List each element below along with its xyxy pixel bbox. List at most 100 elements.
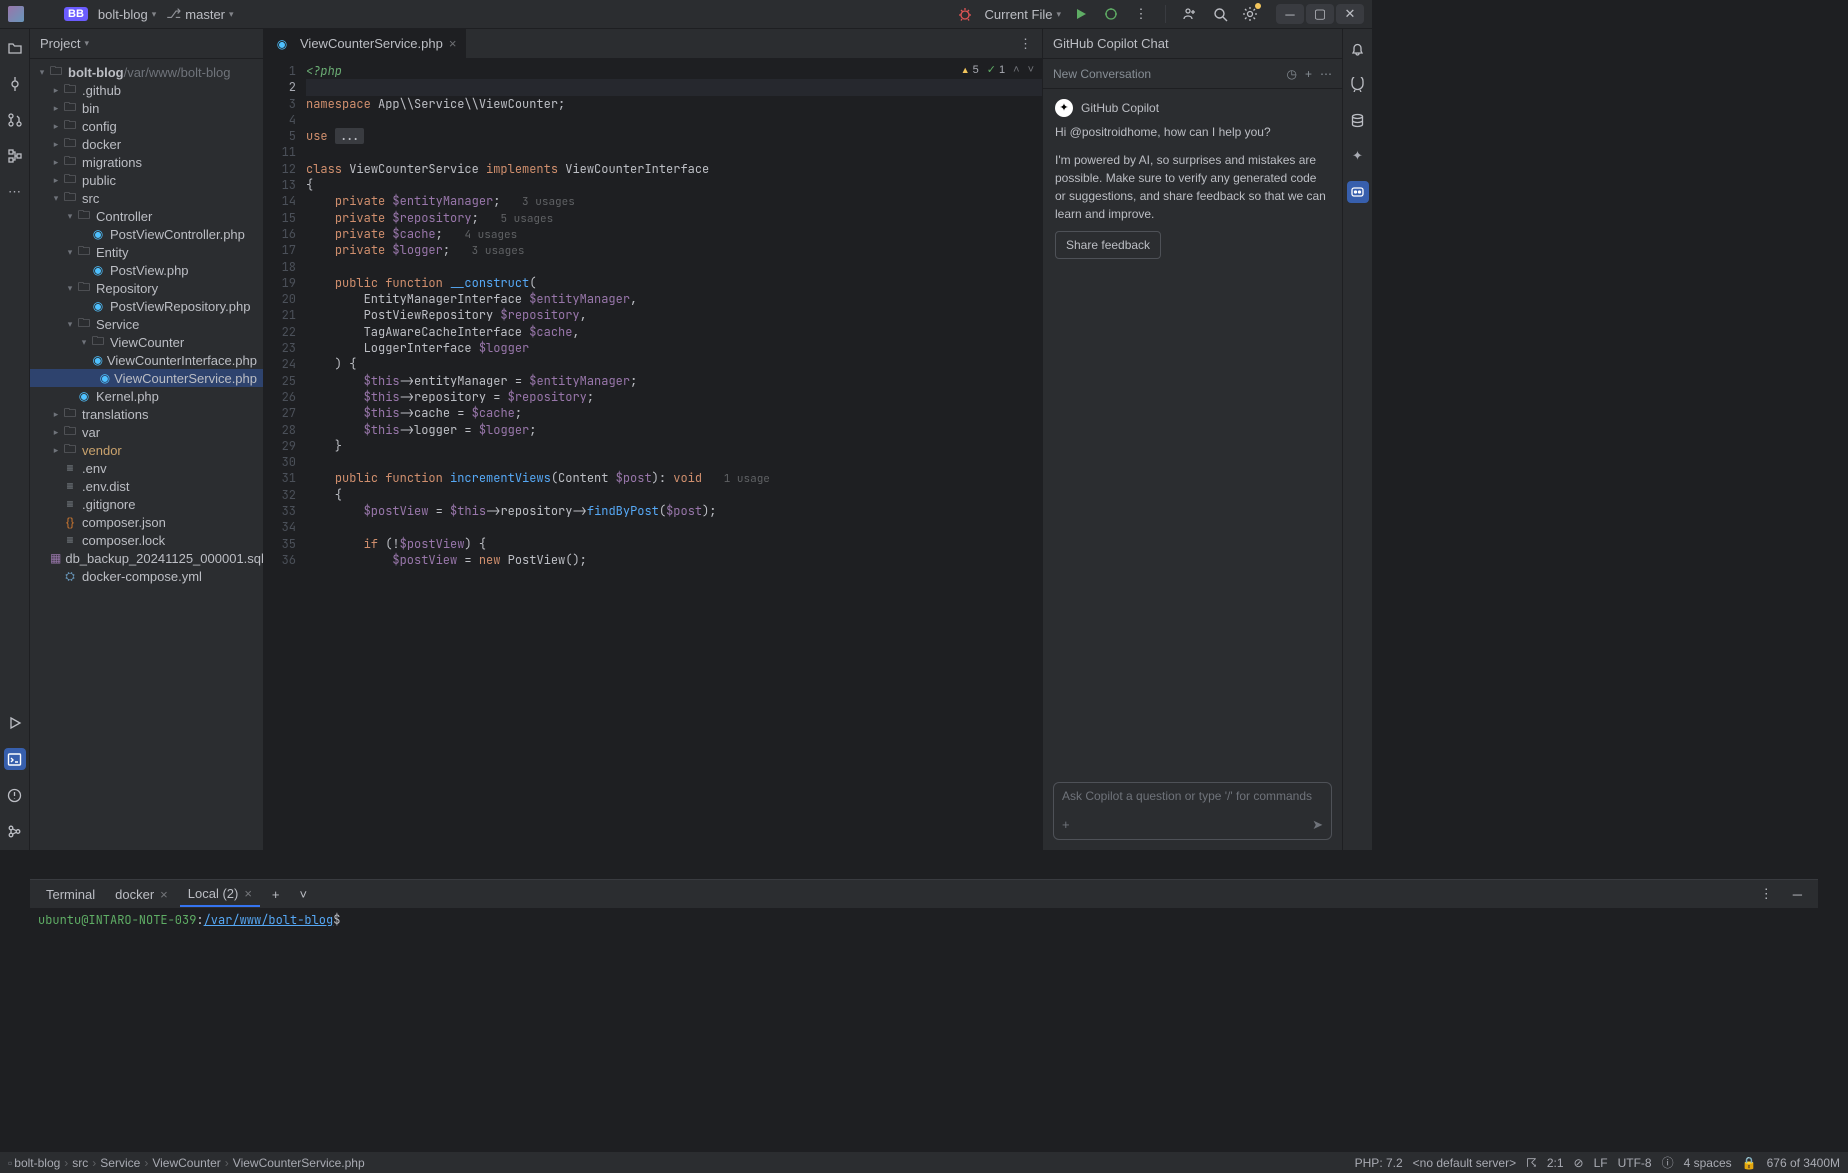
commit-tool-icon[interactable] — [4, 73, 26, 95]
tree-node[interactable]: ▸🗀public — [30, 171, 263, 189]
tree-node[interactable]: ◉PostViewController.php — [30, 225, 263, 243]
settings-icon[interactable] — [1240, 4, 1260, 24]
status-eol[interactable]: LF — [1594, 1156, 1608, 1170]
project-tool-icon[interactable] — [4, 37, 26, 59]
status-memory[interactable]: 676 of 3400M — [1767, 1156, 1840, 1170]
line-gutter[interactable]: 1234511121314151617181920212223242526272… — [264, 59, 302, 850]
run-button[interactable] — [1071, 4, 1091, 24]
tree-node[interactable]: ▸🗀config — [30, 117, 263, 135]
send-icon[interactable]: ➤ — [1312, 817, 1323, 833]
run-debug-button[interactable] — [1101, 4, 1121, 24]
tree-node[interactable]: ▦db_backup_20241125_000001.sql — [30, 549, 263, 567]
tree-node[interactable]: ▸🗀var — [30, 423, 263, 441]
database-icon[interactable] — [1347, 109, 1369, 131]
terminal-title[interactable]: Terminal — [38, 883, 103, 906]
new-terminal-button[interactable]: + — [264, 883, 288, 906]
terminal-tool-icon[interactable] — [4, 748, 26, 770]
chevron-down-icon[interactable]: ˅ — [1028, 64, 1034, 76]
attach-icon[interactable]: + — [1062, 817, 1070, 833]
main-menu-button[interactable] — [34, 4, 54, 24]
pull-requests-icon[interactable] — [4, 109, 26, 131]
copilot-chat-tool-icon[interactable] — [1347, 181, 1369, 203]
close-tab-icon[interactable]: × — [449, 36, 457, 51]
tree-node[interactable]: ▸🗀bin — [30, 99, 263, 117]
project-tree[interactable]: ▾🗀bolt-blog /var/www/bolt-blog▸🗀.github▸… — [30, 59, 263, 850]
inspections-widget[interactable]: 5 1 ˄ ˅ — [961, 63, 1034, 76]
terminal-dropdown[interactable]: ˅ — [292, 883, 316, 906]
add-icon[interactable]: + — [1305, 67, 1312, 81]
status-indent[interactable]: 4 spaces — [1684, 1156, 1732, 1170]
tree-node[interactable]: ▾🗀Repository — [30, 279, 263, 297]
structure-tool-icon[interactable] — [4, 145, 26, 167]
tree-node[interactable]: ▾🗀Service — [30, 315, 263, 333]
breadcrumb-item[interactable]: bolt-blog — [14, 1156, 60, 1170]
tree-node[interactable]: ▾🗀src — [30, 189, 263, 207]
tree-node[interactable]: ▸🗀vendor — [30, 441, 263, 459]
close-button[interactable]: ✕ — [1336, 4, 1364, 24]
copilot-input[interactable]: Ask Copilot a question or type '/' for c… — [1053, 782, 1332, 840]
run-config-dropdown[interactable]: Current File ▾ — [985, 7, 1061, 22]
minimize-button[interactable]: ─ — [1276, 4, 1304, 24]
tree-node[interactable]: ▾🗀Entity — [30, 243, 263, 261]
tree-node[interactable]: ◉ViewCounterInterface.php — [30, 351, 263, 369]
breadcrumb-item[interactable]: ViewCounterService.php — [233, 1156, 365, 1170]
more-button[interactable]: ⋮ — [1131, 4, 1151, 24]
chevron-down-icon[interactable]: ▾ — [84, 38, 89, 49]
more-tools-icon[interactable]: ⋯ — [4, 181, 26, 203]
breadcrumb-item[interactable]: src — [72, 1156, 88, 1170]
breadcrumbs[interactable]: ▫ bolt-blog›src›Service›ViewCounter›View… — [8, 1156, 365, 1170]
code-area[interactable]: <?php namespace App\\Service\\ViewCounte… — [302, 59, 1042, 850]
chevron-up-icon[interactable]: ˄ — [1013, 64, 1019, 76]
tree-node[interactable]: ≡composer.lock — [30, 531, 263, 549]
code-with-me-icon[interactable] — [1180, 4, 1200, 24]
tree-node[interactable]: ▸🗀migrations — [30, 153, 263, 171]
tree-node[interactable]: ▸🗀translations — [30, 405, 263, 423]
status-server[interactable]: <no default server> — [1413, 1156, 1516, 1170]
listener-icon[interactable]: ☈ — [1526, 1156, 1537, 1170]
close-icon[interactable]: × — [244, 886, 252, 901]
notifications-icon[interactable] — [1347, 37, 1369, 59]
tree-node[interactable]: ◉Kernel.php — [30, 387, 263, 405]
tree-node[interactable]: ▾🗀ViewCounter — [30, 333, 263, 351]
debug-icon[interactable] — [955, 4, 975, 24]
history-icon[interactable]: ◷ — [1287, 67, 1297, 81]
run-tool-icon[interactable] — [4, 712, 26, 734]
tree-node[interactable]: ▸🗀docker — [30, 135, 263, 153]
terminal-more-icon[interactable]: ⋮ — [1752, 882, 1781, 906]
tree-node[interactable]: ◉PostViewRepository.php — [30, 297, 263, 315]
tree-node[interactable]: {}composer.json — [30, 513, 263, 531]
tree-root[interactable]: ▾🗀bolt-blog /var/www/bolt-blog — [30, 63, 263, 81]
more-icon[interactable]: ⋯ — [1320, 67, 1332, 81]
ai-assistant-icon[interactable] — [1347, 73, 1369, 95]
terminal-tab-docker[interactable]: docker× — [107, 883, 176, 906]
status-position[interactable]: 2:1 — [1547, 1156, 1564, 1170]
problems-tool-icon[interactable] — [4, 784, 26, 806]
status-encoding[interactable]: UTF-8 — [1618, 1156, 1652, 1170]
tree-node[interactable]: ◉ViewCounterService.php — [30, 369, 263, 387]
terminal-body[interactable]: ubuntu@INTARO-NOTE-039:/var/www/bolt-blo… — [30, 908, 1818, 1151]
copilot-tool-icon[interactable]: ✦ — [1347, 145, 1369, 167]
breadcrumb-item[interactable]: ViewCounter — [152, 1156, 220, 1170]
lock-icon[interactable]: 🔒 — [1742, 1156, 1757, 1170]
tree-node[interactable]: ≡.gitignore — [30, 495, 263, 513]
search-icon[interactable] — [1210, 4, 1230, 24]
share-feedback-button[interactable]: Share feedback — [1055, 231, 1161, 259]
tree-node[interactable]: ≡.env — [30, 459, 263, 477]
close-icon[interactable]: × — [160, 887, 168, 902]
tree-node[interactable]: ◉PostView.php — [30, 261, 263, 279]
project-dropdown[interactable]: bolt-blog ▾ — [98, 7, 156, 22]
branch-dropdown[interactable]: ⎇ master ▾ — [166, 6, 233, 22]
tabs-more-icon[interactable]: ⋮ — [1009, 29, 1042, 58]
maximize-button[interactable]: ▢ — [1306, 4, 1334, 24]
tree-node[interactable]: ⛭docker-compose.yml — [30, 567, 263, 585]
tab-viewcounterservice[interactable]: ◉ ViewCounterService.php × — [264, 29, 467, 58]
new-conversation-label[interactable]: New Conversation — [1053, 67, 1151, 81]
status-php[interactable]: PHP: 7.2 — [1355, 1156, 1403, 1170]
readonly-icon[interactable]: ⓘ — [1662, 1154, 1674, 1171]
terminal-tab-local[interactable]: Local (2)× — [180, 882, 260, 907]
tree-node[interactable]: ▾🗀Controller — [30, 207, 263, 225]
breadcrumb-item[interactable]: Service — [100, 1156, 140, 1170]
vcs-tool-icon[interactable] — [4, 820, 26, 842]
tree-node[interactable]: ≡.env.dist — [30, 477, 263, 495]
terminal-hide-icon[interactable]: ─ — [1785, 883, 1810, 906]
